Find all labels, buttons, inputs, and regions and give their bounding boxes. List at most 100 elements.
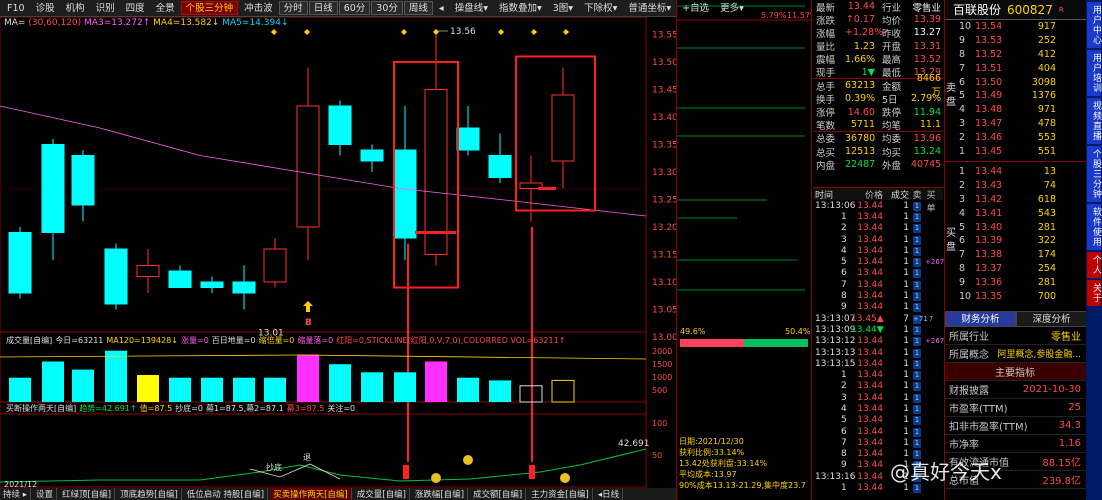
tick-row[interactable]: 2 13.44 1 1 — [813, 223, 943, 234]
sidebar-item-3[interactable]: 个股三分钟 — [1087, 146, 1101, 202]
tick-row[interactable]: 1 13.44 1 1 — [813, 369, 943, 381]
bids-row[interactable]: 8 13.37 254 — [945, 262, 1086, 276]
tick-cell: 13.44 — [857, 460, 883, 471]
asks-row[interactable]: 6 13.50 3098 — [945, 75, 1086, 89]
indicator-tab-3[interactable]: 顶底趋势[自编] — [117, 488, 182, 500]
bids-row[interactable]: 6 13.39 322 — [945, 234, 1086, 248]
tick-row[interactable]: 7 13.44 1 1 — [813, 279, 943, 290]
sell-order-box: 1 — [913, 292, 921, 302]
toolbar-item-10[interactable]: 60分 — [338, 1, 371, 15]
tick-row[interactable]: 2 13.44 1 1 — [813, 381, 943, 392]
tick-list[interactable]: 时间价格成交卖单买单13:13:0613.4411113.4411213.441… — [813, 187, 944, 500]
tick-row[interactable]: 13:13:12 13.44 1 1 +267 — [813, 336, 944, 347]
bids-row[interactable]: 5 13.40 281 — [945, 220, 1086, 234]
asks-row[interactable]: 1 13.45 551 — [945, 144, 1086, 158]
toolbar-item-15[interactable]: 指数叠加▾ — [494, 1, 547, 15]
toolbar-item-3[interactable]: 识别 — [91, 1, 120, 15]
sidebar-item-1[interactable]: 用户培训 — [1087, 50, 1101, 96]
sidebar-item-2[interactable]: 视频直播 — [1087, 98, 1101, 144]
tick-row[interactable]: 4 13.44 1 1 — [813, 403, 943, 414]
indicator-tab-0[interactable]: 持续 ▸ — [0, 488, 31, 500]
toolbar-item-12[interactable]: 周线 — [403, 1, 433, 15]
concept-value[interactable]: 阿里概念,参股金融... — [998, 347, 1081, 360]
tick-row[interactable]: 13:13:06 13.44 1 1 — [813, 200, 943, 211]
tick-row[interactable]: 13:13:09 13.44▼ 1 1 — [813, 324, 943, 335]
toolbar-item-5[interactable]: 全景 — [151, 1, 180, 15]
indicator-tab-1[interactable]: 设置 — [33, 488, 57, 500]
toolbar-item-1[interactable]: 诊股 — [31, 1, 60, 15]
volume-bar — [457, 377, 479, 402]
tick-row[interactable]: 8 13.44 1 1 — [813, 290, 943, 302]
tick-row[interactable]: 3 13.44 1 1 — [813, 234, 943, 245]
tick-row[interactable]: 1 13.44 1 1 — [813, 211, 943, 222]
asks-row[interactable]: 9 13.53 252 — [945, 34, 1086, 48]
quote-v2: 11.94 — [913, 106, 941, 118]
toolbar-item-18[interactable]: 普通坐标▾ — [623, 1, 676, 15]
candle-body — [200, 281, 224, 288]
bids-row[interactable]: 4 13.41 543 — [945, 206, 1086, 220]
sidebar-item-6[interactable]: 关于 — [1087, 280, 1101, 306]
asks-row[interactable]: 5 13.49 1376 — [945, 89, 1086, 103]
indicator-tab-2[interactable]: 红绿顶[自编] — [59, 488, 116, 500]
toolbar-item-0[interactable]: F10 — [2, 1, 30, 15]
toolbar-item-8[interactable]: 分时 — [278, 1, 308, 15]
asks-row[interactable]: 10 13.54 917 — [945, 20, 1086, 34]
sidebar-item-0[interactable]: 用户中心 — [1087, 2, 1101, 48]
tick-row[interactable]: 13:13:07 13.45▲ 7 +71 7 — [813, 313, 943, 324]
tick-row[interactable]: 13:13:15 13.44 1 1 — [813, 358, 943, 369]
asks-row[interactable]: 2 13.46 553 — [945, 130, 1086, 144]
asks-row[interactable]: 4 13.48 971 — [945, 103, 1086, 117]
tick-row[interactable]: 4 13.44 1 1 — [813, 245, 943, 256]
tab-financial-analysis[interactable]: 财务分析 — [945, 311, 1016, 327]
fin-value: 25 — [1068, 402, 1081, 413]
bids-row[interactable]: 7 13.38 174 — [945, 248, 1086, 262]
toolbar-item-7[interactable]: 冲击波 — [239, 1, 278, 15]
tick-cell: 1 — [903, 234, 909, 245]
tick-row[interactable]: 13:13:13 13.44 1 1 — [813, 347, 943, 358]
tick-cell: 5 — [841, 415, 847, 426]
toolbar-item-4[interactable]: 四度 — [121, 1, 150, 15]
tick-row[interactable]: 5 13.44 1 1 — [813, 415, 943, 426]
toolbar-item-6[interactable]: 个股三分钟 — [180, 1, 239, 15]
indicator-tab-8[interactable]: 成交额[自编] — [470, 488, 527, 500]
tick-row[interactable]: 3 13.44 1 1 — [813, 392, 943, 403]
quote-v2: 11.1 — [919, 119, 941, 131]
sidebar-item-4[interactable]: 软件使用 — [1087, 204, 1101, 250]
sidebar-item-5[interactable]: 个人 — [1087, 252, 1101, 278]
tick-header-3: 卖单 — [912, 191, 922, 214]
asks-row[interactable]: 3 13.47 478 — [945, 117, 1086, 131]
asks-q: 404 — [1037, 62, 1056, 74]
toolbar-item-16[interactable]: 3图▾ — [548, 1, 578, 15]
toolbar-item-9[interactable]: 日线 — [308, 1, 338, 15]
bids-row[interactable]: 9 13.36 281 — [945, 275, 1086, 289]
toolbar-item-13[interactable]: ◂ — [434, 1, 449, 15]
asks-row[interactable]: 8 13.52 412 — [945, 48, 1086, 62]
toolbar-item-17[interactable]: 下除权▾ — [579, 1, 622, 15]
bids-row[interactable]: 10 13.35 700 — [945, 289, 1086, 303]
tick-cell: 13.44 — [857, 336, 883, 347]
indicator-tab-4[interactable]: 低位启动 持股[自编] — [184, 488, 269, 500]
indicator-tab-10[interactable]: ◂日线 — [595, 488, 624, 500]
indicator-tab-9[interactable]: 主力资金[自编] — [528, 488, 593, 500]
quote-v2: 13.24 — [913, 146, 941, 158]
tick-row[interactable]: 6 13.44 1 1 — [813, 426, 943, 437]
toolbar-item-11[interactable]: 30分 — [371, 1, 403, 15]
tab-deep-analysis[interactable]: 深度分析 — [1016, 311, 1087, 327]
indicator-tab-7[interactable]: 涨跌幅[自编] — [412, 488, 469, 500]
asks-row[interactable]: 7 13.51 404 — [945, 61, 1086, 75]
toolbar-item-2[interactable]: 机构 — [61, 1, 90, 15]
bids-row[interactable]: 3 13.42 618 — [945, 193, 1086, 207]
tick-row[interactable]: 7 13.44 1 1 — [813, 437, 943, 448]
tick-row[interactable]: 5 13.44 1 1 +267 — [813, 256, 944, 268]
indicator-tab-5[interactable]: 买卖操作两天[自编] — [270, 488, 352, 500]
indicator-axis-label: 100 — [652, 419, 667, 428]
sell-order-box: 1 — [913, 438, 921, 448]
tick-row[interactable]: 6 13.44 1 1 — [813, 268, 943, 279]
toolbar-item-14[interactable]: 操盘线▾ — [450, 1, 493, 15]
kline-chart[interactable]: 13.55 13.50 13.45 13.40 13.35 13.30 13.25 13.20… — [0, 17, 676, 500]
industry-value[interactable]: 零售业 — [1051, 328, 1081, 343]
tick-row[interactable]: 9 13.44 1 1 — [813, 302, 943, 313]
bids-row[interactable]: 2 13.43 74 — [945, 179, 1086, 193]
indicator-tab-6[interactable]: 成交量[自编] — [354, 488, 410, 500]
bids-row[interactable]: 1 13.44 13 — [945, 165, 1086, 179]
